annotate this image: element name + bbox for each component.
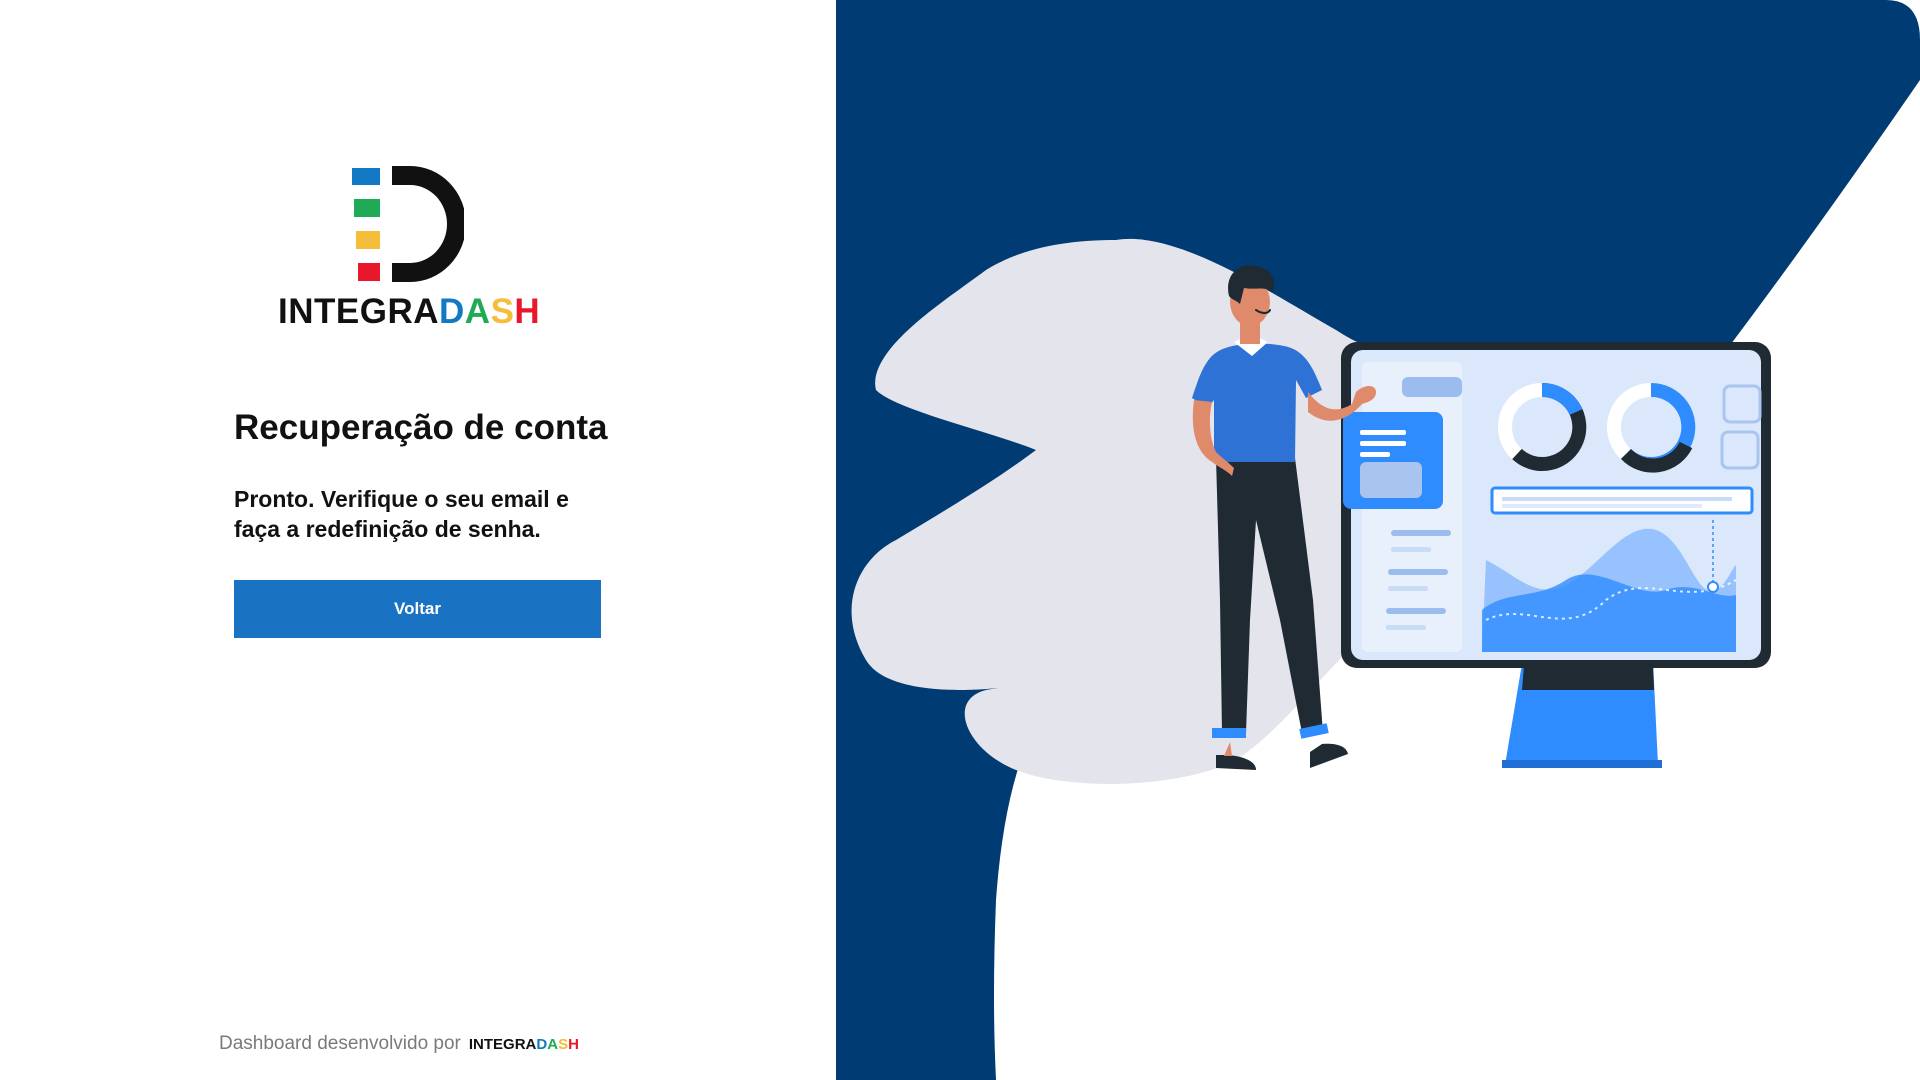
logo-letter-a: A (464, 292, 491, 331)
logo-letter-s: S (490, 292, 515, 331)
login-panel: INTEGRADASH Recuperação de conta Pronto.… (0, 0, 836, 1080)
back-button[interactable]: Voltar (234, 580, 601, 638)
illustration-panel (836, 0, 1920, 1080)
integradash-logo-mark (352, 166, 464, 282)
logo-letter-h: H (514, 292, 541, 331)
footer-credit: Dashboard desenvolvido por INTEGRADASH (219, 1033, 579, 1055)
person-presenting-dashboard-illustration (836, 0, 1920, 1080)
footer-brand-base: INTEGRA (468, 1036, 537, 1053)
footer-text: Dashboard desenvolvido por (219, 1033, 461, 1054)
footer-letter-h: H (568, 1036, 579, 1053)
confirmation-message: Pronto. Verifique o seu email e faça a r… (234, 486, 569, 542)
footer-letter-a: A (547, 1036, 559, 1053)
footer-letter-d: D (536, 1036, 548, 1053)
page-title: Recuperação de conta (234, 408, 608, 447)
logo-wordmark: INTEGRADASH (278, 294, 540, 329)
logo-word-base: INTEGRA (278, 292, 439, 331)
integradash-logo: INTEGRADASH (278, 166, 540, 336)
logo-letter-d: D (439, 292, 465, 331)
footer-letter-s: S (558, 1036, 569, 1053)
footer-brand: INTEGRADASH (469, 1036, 579, 1053)
